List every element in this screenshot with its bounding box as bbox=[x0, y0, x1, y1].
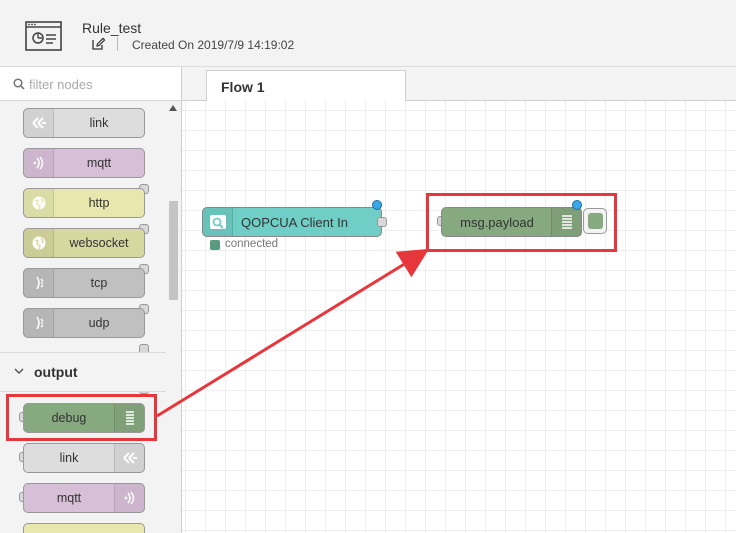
mqtt-icon bbox=[24, 149, 54, 177]
category-label: output bbox=[34, 364, 78, 380]
palette-node-label: link bbox=[89, 116, 109, 130]
header: Rule_test Created On 2019/7/9 14:19:02 bbox=[0, 0, 736, 67]
category-output-header[interactable]: output bbox=[0, 352, 166, 392]
link-in-icon bbox=[24, 109, 54, 137]
palette-node-partial[interactable] bbox=[23, 523, 145, 533]
status-indicator bbox=[210, 240, 220, 250]
mqtt-icon bbox=[114, 484, 144, 512]
bridge-icon bbox=[24, 309, 54, 337]
flow-node-qopcua-client-in[interactable]: QOPCUA Client In bbox=[202, 207, 382, 237]
palette-node-label: http bbox=[88, 196, 110, 210]
palette-node-udp-in[interactable]: udp bbox=[23, 308, 145, 338]
flow-canvas[interactable]: QOPCUA Client In connected msg.payload bbox=[182, 101, 736, 533]
edit-icon[interactable] bbox=[91, 37, 105, 51]
bridge-icon bbox=[24, 269, 54, 297]
palette-node-label: link bbox=[59, 451, 79, 465]
opcua-icon bbox=[203, 208, 233, 236]
link-out-icon bbox=[114, 444, 144, 472]
debug-toggle-button[interactable] bbox=[583, 208, 607, 234]
search-icon bbox=[13, 78, 25, 90]
palette-node-link-out[interactable]: link bbox=[23, 443, 145, 473]
palette-scrollbar[interactable] bbox=[166, 101, 180, 533]
globe-icon bbox=[24, 189, 54, 217]
debug-icon bbox=[551, 208, 581, 236]
flow-node-label: QOPCUA Client In bbox=[241, 215, 348, 230]
palette-node-http-in[interactable]: http bbox=[23, 188, 145, 218]
node-palette: link mqtt http websocket tcp udp bbox=[0, 67, 182, 533]
palette-node-debug[interactable]: debug bbox=[23, 403, 145, 433]
palette-node-tcp-in[interactable]: tcp bbox=[23, 268, 145, 298]
flow-node-label: msg.payload bbox=[460, 215, 534, 230]
created-on-text: Created On 2019/7/9 14:19:02 bbox=[132, 38, 295, 52]
node-changed-indicator bbox=[572, 200, 582, 210]
node-status-text: connected bbox=[225, 238, 279, 250]
palette-node-label: websocket bbox=[69, 236, 129, 250]
palette-node-label: debug bbox=[51, 411, 87, 425]
palette-node-label: tcp bbox=[90, 276, 108, 290]
palette-node-websocket-in[interactable]: websocket bbox=[23, 228, 145, 258]
title-separator bbox=[117, 37, 118, 51]
scrollbar-thumb[interactable] bbox=[169, 201, 178, 300]
flow-tab-bar: Flow 1 bbox=[182, 67, 736, 102]
rule-title: Rule_test bbox=[82, 20, 142, 36]
palette-node-label: udp bbox=[88, 316, 110, 330]
chevron-down-icon bbox=[14, 368, 24, 375]
filter-nodes-input[interactable] bbox=[29, 75, 169, 93]
filter-bar bbox=[0, 67, 181, 101]
globe-icon bbox=[24, 229, 54, 257]
palette-node-label: mqtt bbox=[86, 156, 112, 170]
dashboard-window-icon bbox=[25, 21, 62, 51]
palette-node-label: mqtt bbox=[56, 491, 82, 505]
palette-node-mqtt-out[interactable]: mqtt bbox=[23, 483, 145, 513]
flow-node-msg-payload-debug[interactable]: msg.payload bbox=[441, 207, 582, 237]
output-port[interactable] bbox=[377, 217, 387, 227]
palette-node-mqtt-in[interactable]: mqtt bbox=[23, 148, 145, 178]
node-changed-indicator bbox=[372, 200, 382, 210]
tab-flow-1[interactable]: Flow 1 bbox=[206, 70, 406, 102]
debug-toggle-indicator bbox=[588, 213, 603, 229]
scroll-up-arrow-icon[interactable] bbox=[169, 105, 177, 111]
debug-icon bbox=[114, 404, 144, 432]
palette-node-link-in[interactable]: link bbox=[23, 108, 145, 138]
